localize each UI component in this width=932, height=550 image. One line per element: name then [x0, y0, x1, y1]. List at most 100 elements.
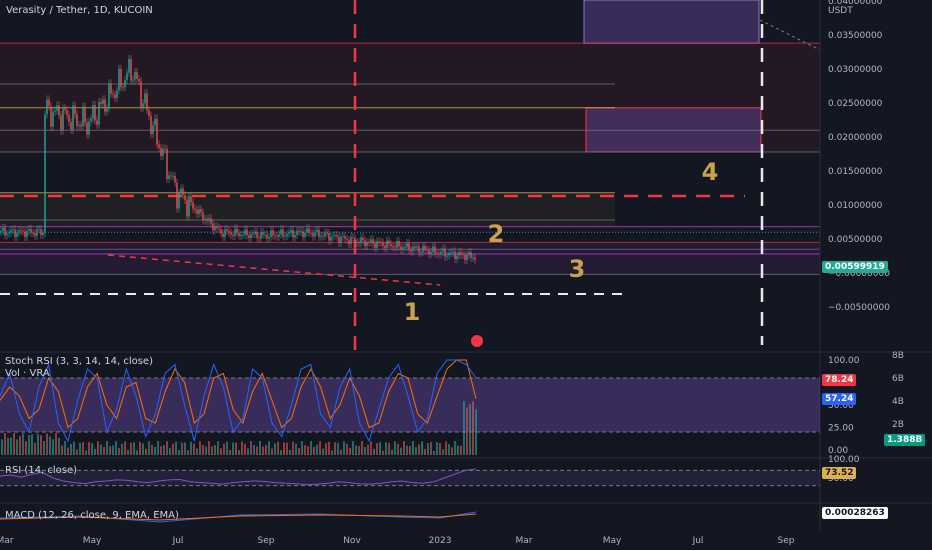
volume-tick: 4B — [892, 397, 904, 407]
volume-bar — [454, 441, 456, 455]
price-tick: 0.04000000 — [828, 0, 883, 7]
volume-bar — [328, 441, 330, 455]
volume-bar — [412, 441, 414, 455]
candle — [346, 238, 348, 241]
candle — [172, 175, 174, 177]
volume-bar — [49, 436, 51, 455]
volume-bar — [472, 401, 474, 455]
volume-bar — [253, 445, 255, 455]
candle — [68, 115, 70, 123]
candle — [190, 196, 192, 203]
price-tick: 0.03000000 — [828, 65, 883, 75]
candle — [222, 233, 224, 237]
candle — [226, 229, 228, 232]
candle — [42, 233, 44, 236]
time-tick: Nov — [343, 536, 361, 546]
candle — [404, 247, 406, 248]
volume-bar — [379, 441, 381, 455]
chart-canvas[interactable]: 1 2 3 4 USDT0.04000000 0.03500000 0.03000000 0.… — [0, 0, 932, 550]
macd-title: MACD (12, 26, close, 9, EMA, EMA) — [5, 510, 179, 521]
candle — [86, 122, 88, 135]
candle — [120, 68, 122, 87]
candle — [136, 72, 138, 80]
candle — [262, 232, 264, 235]
candle — [202, 212, 204, 221]
candle — [22, 230, 24, 232]
volume-bar — [469, 404, 471, 455]
candle — [444, 248, 446, 257]
candle — [332, 235, 334, 237]
candle — [402, 247, 404, 250]
volume-bar — [73, 441, 75, 455]
volume-bar — [304, 445, 306, 455]
volume-bar — [109, 446, 111, 455]
volume-bar — [241, 441, 243, 455]
volume-bar — [67, 447, 69, 455]
volume-bar — [277, 441, 279, 455]
volume-bar — [295, 443, 297, 455]
volume-bar — [211, 446, 213, 455]
candle — [206, 218, 208, 221]
volume-bar — [31, 434, 33, 455]
candle — [428, 250, 430, 255]
candle — [396, 240, 398, 248]
candle — [232, 234, 234, 236]
volume-bar — [340, 449, 342, 455]
price-tick: 0.02000000 — [828, 133, 883, 143]
volume-bar — [100, 444, 102, 455]
candle — [70, 122, 72, 130]
candle — [50, 106, 52, 127]
candle — [408, 243, 410, 250]
candle — [220, 229, 222, 234]
volume-bar — [175, 441, 177, 455]
candle — [260, 232, 262, 239]
candle — [72, 105, 74, 130]
candle — [8, 232, 10, 234]
candle — [142, 103, 144, 108]
annotation-2: 2 — [488, 220, 505, 248]
volume-bar — [76, 449, 78, 455]
candle — [322, 235, 324, 237]
candle — [436, 253, 438, 254]
candle — [128, 59, 130, 73]
candle — [336, 235, 338, 237]
volume-bar — [250, 441, 252, 455]
candle — [150, 115, 152, 135]
volume-bar — [61, 445, 63, 455]
price-tick: −0.00500000 — [828, 303, 890, 313]
candle — [118, 68, 120, 91]
volume-tick: 6B — [892, 374, 904, 384]
candle — [12, 229, 14, 231]
candle — [182, 188, 184, 195]
candle — [318, 229, 320, 237]
candle — [414, 246, 416, 248]
candle — [258, 237, 260, 239]
stoch-k-tag: 78.24 — [822, 374, 857, 386]
candle — [356, 242, 358, 243]
candle — [410, 249, 412, 252]
candle — [212, 223, 214, 231]
rsi-title: RSI (14, close) — [5, 465, 78, 476]
volume-bar — [229, 450, 231, 455]
candle — [74, 105, 76, 115]
volume-bar — [355, 445, 357, 455]
candle — [430, 251, 432, 255]
volume-bar — [115, 441, 117, 455]
candle — [438, 253, 440, 255]
candle — [276, 235, 278, 237]
candle — [236, 228, 238, 233]
candle — [296, 230, 298, 235]
volume-bar — [319, 441, 321, 455]
candle — [238, 232, 240, 237]
candle — [208, 218, 210, 221]
candle — [10, 230, 12, 233]
candle — [308, 228, 310, 233]
volume-bar — [457, 445, 459, 455]
volume-bar — [361, 441, 363, 455]
candle — [280, 229, 282, 235]
time-tick: Jul — [692, 536, 704, 546]
volume-bar — [445, 441, 447, 455]
volume-bar — [16, 439, 18, 455]
candle — [164, 148, 166, 150]
volume-bar — [220, 448, 222, 455]
